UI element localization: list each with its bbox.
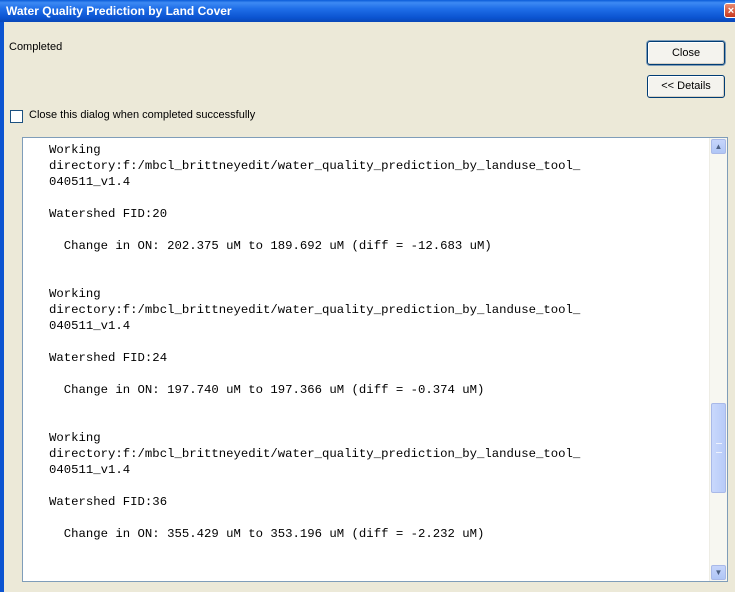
details-button[interactable]: << Details xyxy=(647,75,725,98)
close-button[interactable]: Close xyxy=(647,41,725,65)
vertical-scrollbar[interactable]: ▲ ▼ xyxy=(709,138,727,581)
log-line: directory:f:/mbcl_brittneyedit/water_qua… xyxy=(49,447,581,461)
log-line: 040511_v1.4 xyxy=(49,463,131,477)
window-border xyxy=(0,22,4,592)
grip-icon xyxy=(716,443,722,453)
log-line: Working xyxy=(49,143,101,157)
title-bar[interactable]: Water Quality Prediction by Land Cover × xyxy=(0,0,735,22)
log-line: Change in ON: 355.429 uM to 353.196 uM (… xyxy=(49,527,485,541)
log-line: 040511_v1.4 xyxy=(49,175,131,189)
scroll-thumb[interactable] xyxy=(711,403,726,493)
log-line: Working xyxy=(49,431,101,445)
scroll-down-icon[interactable]: ▼ xyxy=(711,565,726,580)
log-line: Working xyxy=(49,287,101,301)
status-text: Completed xyxy=(9,41,63,53)
message-log-box[interactable]: Working directory:f:/mbcl_brittneyedit/wa… xyxy=(22,137,728,582)
log-line: Watershed FID:24 xyxy=(49,351,168,365)
window-close-button[interactable]: × xyxy=(724,3,735,18)
log-line: Change in ON: 202.375 uM to 189.692 uM (… xyxy=(49,239,492,253)
log-line: Watershed FID:20 xyxy=(49,207,168,221)
log-line: directory:f:/mbcl_brittneyedit/water_qua… xyxy=(49,159,581,173)
window-title: Water Quality Prediction by Land Cover xyxy=(6,4,232,18)
log-line: 040511_v1.4 xyxy=(49,319,131,333)
message-log-text: Working directory:f:/mbcl_brittneyedit/wa… xyxy=(49,142,699,542)
log-line: Change in ON: 197.740 uM to 197.366 uM (… xyxy=(49,383,485,397)
close-on-complete-label: Close this dialog when completed success… xyxy=(29,109,256,121)
log-line: Watershed FID:36 xyxy=(49,495,168,509)
close-on-complete-checkbox[interactable] xyxy=(10,110,23,123)
scroll-up-icon[interactable]: ▲ xyxy=(711,139,726,154)
log-line: directory:f:/mbcl_brittneyedit/water_qua… xyxy=(49,303,581,317)
